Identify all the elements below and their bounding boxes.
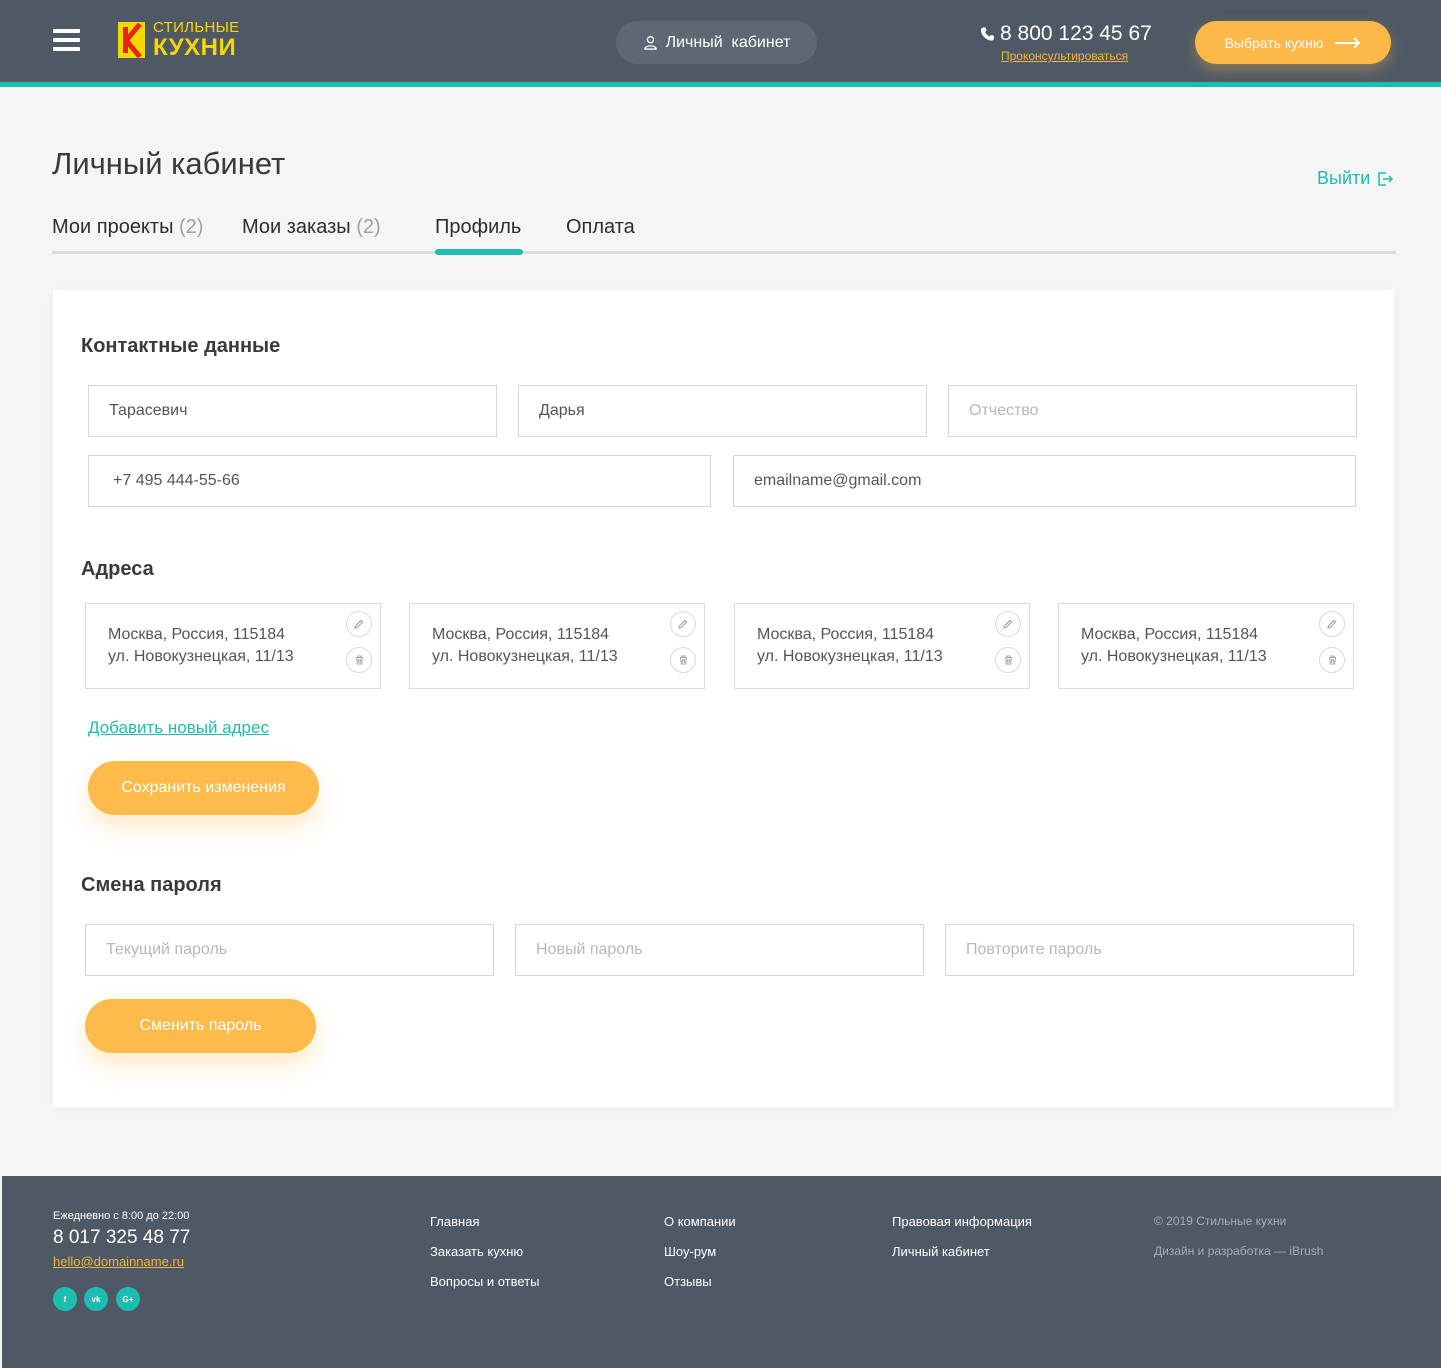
address-line1: Москва, Россия, 115184 — [108, 626, 286, 643]
address-card[interactable]: Москва, Россия, 115184 ул. Новокузнецкая,… — [409, 603, 705, 689]
pencil-icon — [678, 619, 688, 629]
edit-address-button[interactable] — [995, 611, 1021, 637]
footer-link-reviews[interactable]: Отзывы — [664, 1274, 712, 1289]
personal-cabinet-label: Личный кабинет — [665, 33, 791, 51]
header-phone-number: 8 800 123 45 67 — [1000, 22, 1152, 45]
new-password-input[interactable] — [515, 924, 924, 976]
address-card[interactable]: Москва, Россия, 115184 ул. Новокузнецкая,… — [1058, 603, 1354, 689]
password-title: Смена пароля — [81, 874, 222, 896]
footer-credits[interactable]: Дизайн и разработка — iBrush — [1154, 1244, 1323, 1258]
profile-card: Контактные данные Адреса Москва, Россия,… — [53, 290, 1394, 1107]
footer-link-home[interactable]: Главная — [430, 1214, 479, 1229]
user-icon — [643, 36, 657, 50]
logout-label: Выйти — [1317, 168, 1371, 188]
header-phone[interactable]: 8 800 123 45 67 — [980, 22, 1152, 46]
logout-link[interactable]: Выйти — [1317, 168, 1394, 189]
tab-my-orders[interactable]: Мои заказы (2) — [242, 216, 381, 239]
footer-link-cabinet[interactable]: Личный кабинет — [892, 1244, 990, 1259]
address-line1: Москва, Россия, 115184 — [757, 626, 935, 643]
facebook-icon[interactable]: f — [53, 1287, 77, 1311]
delete-address-button[interactable] — [1319, 647, 1345, 673]
page-title: Личный кабинет — [52, 146, 286, 181]
address-line2: ул. Новокузнецкая, 11/13 — [432, 648, 618, 665]
footer-email[interactable]: hello@domainname.ru — [53, 1254, 184, 1269]
middle-name-input[interactable] — [948, 385, 1357, 437]
add-address-link[interactable]: Добавить новый адрес — [88, 718, 269, 738]
footer-link-about[interactable]: О компании — [664, 1214, 736, 1229]
phone-icon — [980, 27, 995, 41]
personal-cabinet-button[interactable]: Личный кабинет — [616, 21, 817, 64]
footer-phone[interactable]: 8 017 325 48 77 — [53, 1227, 190, 1249]
address-line2: ул. Новокузнецкая, 11/13 — [108, 648, 294, 665]
first-name-input[interactable] — [518, 385, 927, 437]
profile-tabs: Мои проекты (2) Мои заказы (2) Профиль О… — [52, 214, 1396, 256]
tab-my-projects[interactable]: Мои проекты (2) — [52, 216, 203, 239]
edit-address-button[interactable] — [670, 611, 696, 637]
site-footer: Ежедневно с 8:00 до 22:00 8 017 325 48 7… — [2, 1176, 1441, 1368]
delete-address-button[interactable] — [670, 647, 696, 673]
tab-label: Мои заказы — [242, 216, 351, 238]
last-name-input[interactable] — [88, 385, 497, 437]
repeat-password-input[interactable] — [945, 924, 1354, 976]
email-input[interactable] — [733, 455, 1356, 507]
tab-label: Оплата — [566, 216, 635, 238]
current-password-input[interactable] — [85, 924, 494, 976]
trash-icon — [679, 655, 687, 665]
tab-label: Мои проекты — [52, 216, 174, 238]
hamburger-menu-icon[interactable] — [53, 29, 80, 53]
logout-icon — [1378, 171, 1394, 186]
address-line2: ул. Новокузнецкая, 11/13 — [1081, 648, 1267, 665]
tab-count: (2) — [179, 216, 204, 238]
site-header: СТИЛЬНЫЕ КУХНИ Личный кабинет 8 800 123 … — [0, 0, 1441, 82]
delete-address-button[interactable] — [995, 647, 1021, 673]
edit-address-button[interactable] — [346, 611, 372, 637]
choose-kitchen-label: Выбрать кухню — [1224, 34, 1324, 51]
address-line1: Москва, Россия, 115184 — [1081, 626, 1259, 643]
logo-line2: КУХНИ — [153, 34, 237, 61]
pencil-icon — [1003, 619, 1013, 629]
tab-payment[interactable]: Оплата — [566, 216, 635, 239]
footer-link-order[interactable]: Заказать кухню — [430, 1244, 523, 1259]
vk-icon[interactable]: vk — [84, 1287, 108, 1311]
arrow-right-icon — [1335, 36, 1361, 49]
logo-text: СТИЛЬНЫЕ КУХНИ — [153, 20, 239, 60]
phone-input[interactable] — [88, 455, 711, 507]
change-password-button[interactable]: Сменить пароль — [85, 999, 316, 1053]
edit-address-button[interactable] — [1319, 611, 1345, 637]
footer-link-legal[interactable]: Правовая информация — [892, 1214, 1032, 1229]
address-card[interactable]: Москва, Россия, 115184 ул. Новокузнецкая,… — [734, 603, 1030, 689]
tab-label: Профиль — [435, 216, 522, 238]
delete-address-button[interactable] — [346, 647, 372, 673]
tabs-track — [52, 251, 1396, 254]
consult-link[interactable]: Проконсультироваться — [1001, 49, 1128, 63]
logo-line1: СТИЛЬНЫЕ — [153, 19, 240, 36]
trash-icon — [1004, 655, 1012, 665]
address-line2: ул. Новокузнецкая, 11/13 — [757, 648, 943, 665]
addresses-title: Адреса — [81, 558, 154, 580]
tab-profile[interactable]: Профиль — [435, 216, 521, 239]
tab-count: (2) — [356, 216, 381, 238]
google-plus-icon[interactable]: G+ — [116, 1287, 140, 1311]
save-changes-button[interactable]: Сохранить изменения — [88, 761, 319, 815]
footer-link-showroom[interactable]: Шоу-рум — [664, 1244, 716, 1259]
choose-kitchen-button[interactable]: Выбрать кухню — [1195, 21, 1391, 64]
pencil-icon — [354, 619, 364, 629]
footer-copyright: © 2019 Стильные кухни — [1154, 1214, 1287, 1228]
pencil-icon — [1327, 619, 1337, 629]
address-line1: Москва, Россия, 115184 — [432, 626, 610, 643]
header-accent-line — [0, 82, 1441, 87]
trash-icon — [1328, 655, 1336, 665]
contacts-title: Контактные данные — [81, 335, 281, 357]
footer-hours: Ежедневно с 8:00 до 22:00 — [53, 1210, 190, 1222]
trash-icon — [355, 655, 363, 665]
active-tab-indicator — [435, 249, 523, 255]
address-card[interactable]: Москва, Россия, 115184 ул. Новокузнецкая,… — [85, 603, 381, 689]
footer-link-faq[interactable]: Вопросы и ответы — [430, 1274, 539, 1289]
logo-mark-icon — [118, 22, 145, 58]
site-logo[interactable]: СТИЛЬНЫЕ КУХНИ — [118, 20, 239, 60]
